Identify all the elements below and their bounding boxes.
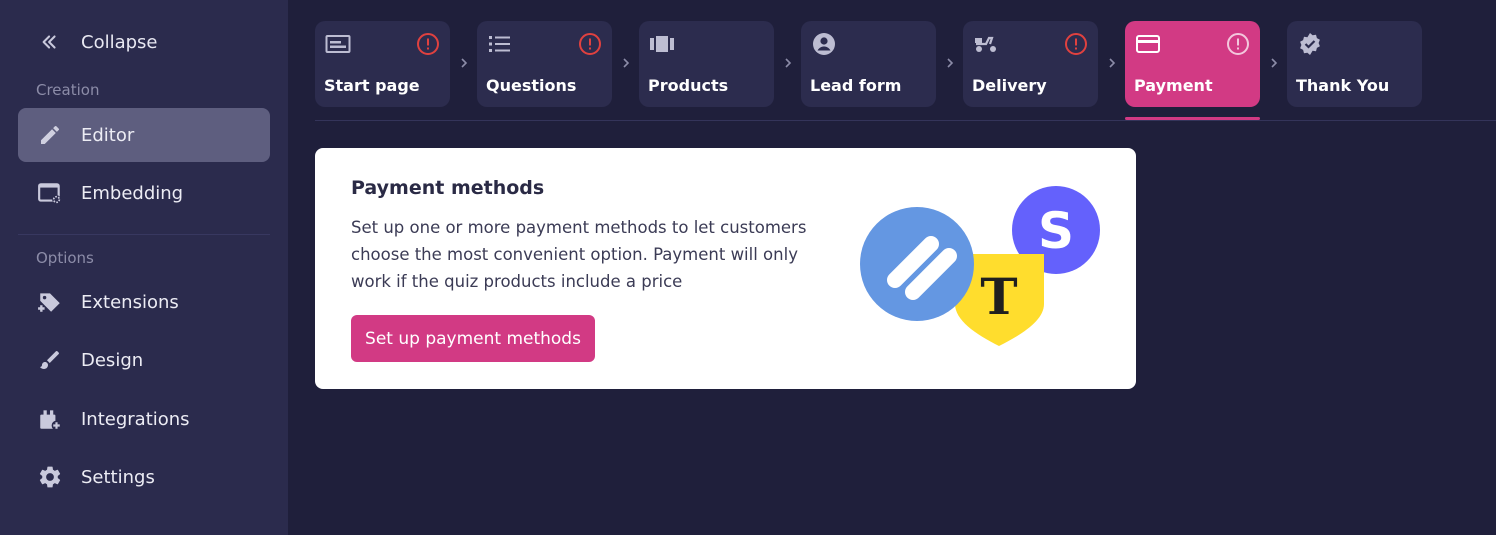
step-delivery[interactable]: Delivery xyxy=(963,21,1098,107)
chevron-right-icon xyxy=(620,55,632,71)
warning-icon xyxy=(416,32,440,56)
chevron-right-icon xyxy=(944,55,956,71)
yookassa-logo xyxy=(860,207,974,321)
double-chevron-left-icon xyxy=(36,28,64,56)
sidebar-item-label: Settings xyxy=(81,466,155,488)
sidebar-item-label: Extensions xyxy=(81,291,179,313)
plugin-icon xyxy=(36,405,64,433)
card-description: Set up one or more payment methods to le… xyxy=(351,218,807,291)
step-label: Start page xyxy=(324,76,420,95)
products-icon xyxy=(649,32,675,56)
sidebar-item-settings[interactable]: Settings xyxy=(18,450,270,504)
sidebar: Collapse Creation Editor Embedding Optio… xyxy=(0,0,288,535)
gear-icon xyxy=(36,463,64,491)
card-icon xyxy=(1135,32,1161,56)
step-label: Payment xyxy=(1134,76,1213,95)
step-thank-you[interactable]: Thank You xyxy=(1287,21,1422,107)
chevron-right-icon xyxy=(458,55,470,71)
step-questions[interactable]: Questions xyxy=(477,21,612,107)
step-products[interactable]: Products xyxy=(639,21,774,107)
pencil-icon xyxy=(36,121,64,149)
step-label: Lead form xyxy=(810,76,902,95)
card-title: Payment methods xyxy=(351,177,545,199)
step-label: Delivery xyxy=(972,76,1047,95)
payment-logos: S T xyxy=(855,182,1105,352)
sidebar-item-label: Embedding xyxy=(81,182,184,204)
sidebar-item-extensions[interactable]: Extensions xyxy=(18,275,270,329)
chevron-right-icon xyxy=(1106,55,1118,71)
svg-text:S: S xyxy=(1038,202,1074,260)
verified-icon xyxy=(1297,32,1323,56)
user-icon xyxy=(811,32,837,56)
sidebar-item-label: Editor xyxy=(81,124,135,146)
step-label: Thank You xyxy=(1296,76,1390,95)
embed-icon xyxy=(36,179,64,207)
step-payment[interactable]: Payment xyxy=(1125,21,1260,107)
section-label-creation: Creation xyxy=(36,81,100,99)
step-start-page[interactable]: Start page xyxy=(315,21,450,107)
start-page-icon xyxy=(325,32,351,56)
section-label-options: Options xyxy=(36,249,94,267)
sidebar-item-label: Integrations xyxy=(81,408,190,430)
sidebar-item-integrations[interactable]: Integrations xyxy=(18,392,270,446)
step-label: Questions xyxy=(486,76,577,95)
collapse-label: Collapse xyxy=(81,31,158,53)
puzzle-icon xyxy=(36,288,64,316)
payment-methods-card: Payment methods Set up one or more payme… xyxy=(315,148,1136,389)
chevron-right-icon xyxy=(1268,55,1280,71)
step-label: Products xyxy=(648,76,729,95)
setup-payment-methods-button[interactable]: Set up payment methods xyxy=(351,315,595,362)
sidebar-item-design[interactable]: Design xyxy=(18,333,270,387)
sidebar-item-embedding[interactable]: Embedding xyxy=(18,166,270,220)
sidebar-divider xyxy=(18,234,270,235)
steps-divider xyxy=(315,120,1496,121)
scooter-icon xyxy=(973,32,999,56)
active-step-indicator xyxy=(1125,117,1260,120)
sidebar-item-label: Design xyxy=(81,349,144,371)
chevron-right-icon xyxy=(782,55,794,71)
brush-icon xyxy=(36,346,64,374)
collapse-button[interactable]: Collapse xyxy=(36,28,158,56)
warning-icon xyxy=(578,32,602,56)
list-icon xyxy=(487,32,513,56)
step-lead-form[interactable]: Lead form xyxy=(801,21,936,107)
sidebar-item-editor[interactable]: Editor xyxy=(18,108,270,162)
warning-icon xyxy=(1226,32,1250,56)
svg-text:T: T xyxy=(980,267,1017,326)
warning-icon xyxy=(1064,32,1088,56)
